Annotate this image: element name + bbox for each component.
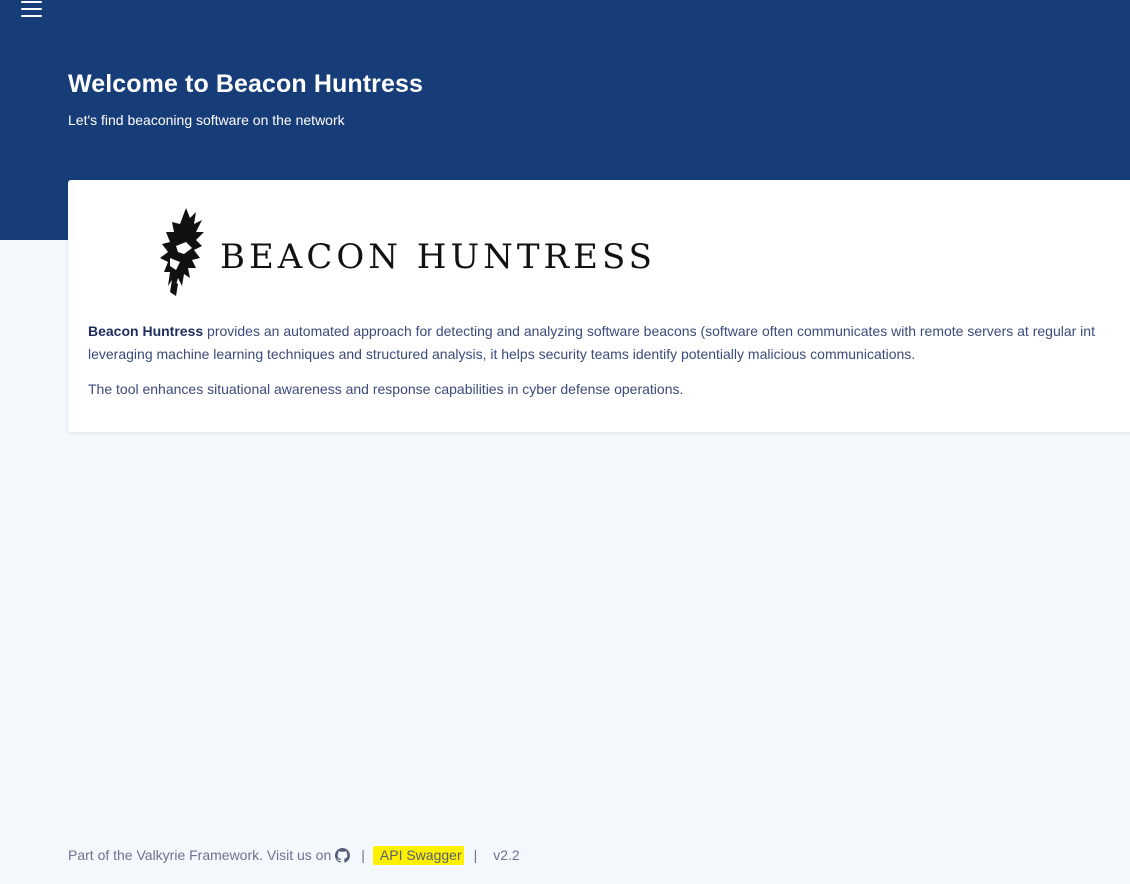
page-title: Welcome to Beacon Huntress [68, 70, 424, 98]
api-swagger-link[interactable]: API Swagger [372, 845, 464, 865]
page-subtitle: Let's find beaconing software on the net… [68, 112, 345, 128]
framework-text: Part of the Valkyrie Framework. Visit us… [68, 847, 332, 863]
footer-separator-1: | [361, 847, 365, 863]
intro-card: BEACON HUNTRESS Beacon Huntress provides… [68, 180, 1130, 432]
page: Welcome to Beacon Huntress Let's find be… [0, 0, 1130, 884]
logo: BEACON HUNTRESS [156, 206, 652, 298]
description-paragraph-2: The tool enhances situational awareness … [88, 381, 684, 397]
hamburger-menu-icon[interactable] [21, 0, 43, 18]
description-bold: Beacon Huntress [88, 323, 204, 339]
footer-separator-2: | [473, 847, 478, 863]
description-line1-text: provides an automated approach for detec… [203, 323, 1095, 339]
github-icon[interactable] [335, 847, 351, 863]
description-line-2: leveraging machine learning techniques a… [88, 346, 916, 362]
description: Beacon Huntress provides an automated ap… [88, 320, 1130, 366]
description-line-1: Beacon Huntress provides an automated ap… [88, 320, 1130, 343]
footer: Part of the Valkyrie Framework. Visit us… [68, 845, 520, 865]
logo-text: BEACON HUNTRESS [220, 237, 656, 277]
raven-helmet-logo-icon [160, 208, 204, 296]
version-label: v2.2 [493, 847, 520, 863]
